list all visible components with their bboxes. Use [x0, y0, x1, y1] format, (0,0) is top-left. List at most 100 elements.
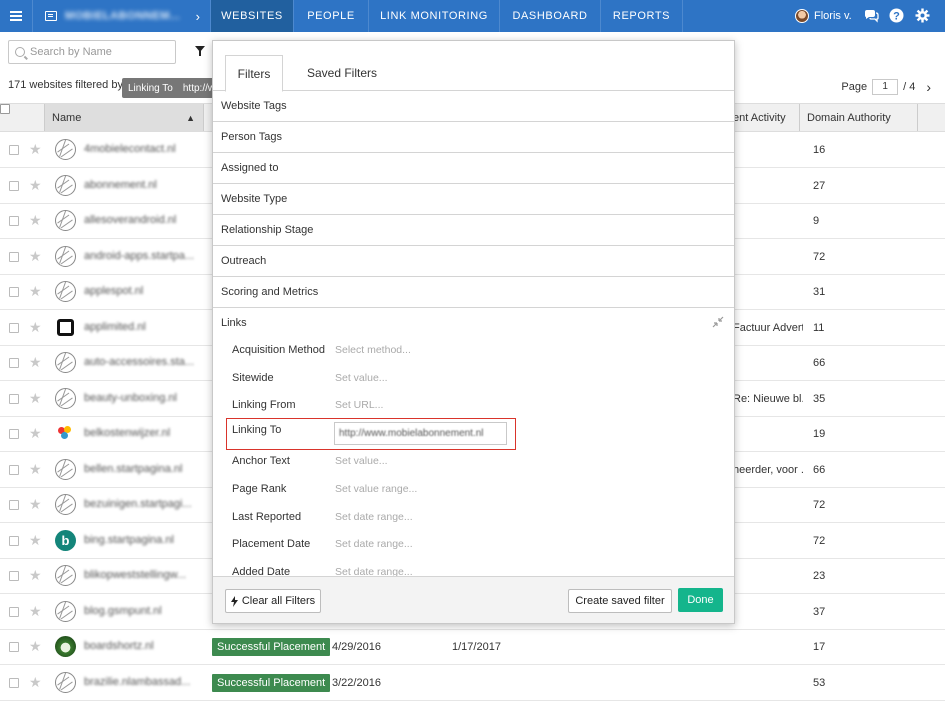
site-name[interactable]: bing.startpagina.nl	[84, 534, 204, 546]
row-checkbox[interactable]	[9, 429, 19, 439]
site-name[interactable]: applimited.nl	[84, 321, 204, 333]
row-checkbox[interactable]	[9, 322, 19, 333]
globe-icon	[55, 210, 76, 231]
sitewide-input[interactable]: Set value...	[335, 372, 388, 384]
page-input[interactable]: 1	[872, 79, 899, 95]
row-checkbox[interactable]	[9, 287, 19, 297]
status-badge: Successful Placement	[212, 673, 331, 692]
row-checkbox[interactable]	[9, 500, 19, 510]
gear-icon[interactable]	[915, 8, 930, 23]
tab-saved-filters[interactable]: Saved Filters	[299, 55, 385, 91]
star-icon[interactable]: ★	[29, 603, 42, 620]
section-relationship-stage[interactable]: Relationship Stage	[213, 215, 734, 246]
site-name[interactable]: bellen.startpagina.nl	[84, 463, 204, 475]
site-name[interactable]: android-apps.startpa...	[84, 250, 204, 262]
row-checkbox[interactable]	[9, 145, 19, 155]
user-menu[interactable]: Floris v.	[795, 0, 852, 32]
filter-chip[interactable]: Linking To http://w...	[122, 78, 222, 98]
star-icon[interactable]: ★	[29, 212, 42, 229]
section-website-tags[interactable]: Website Tags	[213, 91, 734, 122]
site-name[interactable]: beauty-unboxing.nl	[84, 392, 204, 404]
star-icon[interactable]: ★	[29, 283, 42, 300]
star-icon[interactable]: ★	[29, 496, 42, 513]
row-checkbox[interactable]	[9, 251, 19, 262]
row-checkbox[interactable]	[9, 677, 19, 688]
section-scoring-metrics[interactable]: Scoring and Metrics	[213, 277, 734, 308]
star-icon[interactable]: ★	[29, 354, 42, 371]
section-person-tags[interactable]: Person Tags	[213, 122, 734, 153]
site-name[interactable]: blog.gsmpunt.nl	[84, 605, 204, 617]
app-switcher[interactable]: MOBIELABONNEM... ›	[33, 0, 211, 32]
star-icon[interactable]: ★	[29, 177, 42, 194]
star-icon[interactable]: ★	[29, 638, 42, 655]
site-name[interactable]: brazilie.nlambassad...	[84, 676, 204, 688]
row-checkbox[interactable]	[9, 180, 19, 191]
site-name[interactable]: auto-accessoires.sta...	[84, 356, 204, 368]
row-checkbox[interactable]	[9, 606, 19, 617]
search-input[interactable]: Search by Name	[8, 40, 176, 64]
star-icon[interactable]: ★	[29, 141, 42, 158]
page-rank-input[interactable]: Set value range...	[335, 483, 417, 495]
next-page-icon[interactable]: ›	[926, 79, 931, 95]
filter-tabs: Filters Saved Filters	[213, 41, 734, 92]
done-button[interactable]: Done	[678, 588, 723, 612]
row-checkbox[interactable]	[9, 216, 19, 226]
table-row[interactable]: ★ boardshortz.nl Successful Placement 4/29/…	[0, 630, 945, 665]
section-website-type[interactable]: Website Type	[213, 184, 734, 215]
create-saved-filter-button[interactable]: Create saved filter	[568, 589, 672, 613]
star-icon[interactable]: ★	[29, 390, 42, 407]
linking-from-input[interactable]: Set URL...	[335, 399, 383, 411]
top-nav: MOBIELABONNEM... › WEBSITES PEOPLE LINK …	[0, 0, 945, 32]
tab-filters[interactable]: Filters	[225, 55, 283, 92]
field-acquisition-method: Acquisition Method Select method...	[232, 341, 712, 361]
globe-icon	[55, 281, 76, 302]
activity-cell: heerder, voor ...	[733, 463, 803, 476]
section-links[interactable]: Links	[213, 307, 734, 338]
site-name[interactable]: boardshortz.nl	[84, 640, 204, 652]
tab-reports[interactable]: REPORTS	[601, 0, 683, 32]
collapse-icon[interactable]	[712, 316, 724, 328]
acquisition-method-select[interactable]: Select method...	[335, 344, 411, 356]
column-domain-authority[interactable]: Domain Authority	[800, 104, 918, 131]
clear-filters-button[interactable]: Clear all Filters	[225, 589, 321, 613]
chat-icon[interactable]	[864, 8, 879, 23]
placement-date-input[interactable]: Set date range...	[335, 538, 413, 550]
last-reported-input[interactable]: Set date range...	[335, 511, 413, 523]
site-name[interactable]: 4mobielecontact.nl	[84, 143, 204, 155]
hamburger-icon[interactable]	[0, 0, 33, 32]
site-name[interactable]: applespot.nl	[84, 285, 204, 297]
row-checkbox[interactable]	[9, 358, 19, 368]
star-icon[interactable]: ★	[29, 461, 42, 478]
anchor-text-input[interactable]: Set value...	[335, 455, 388, 467]
row-checkbox[interactable]	[9, 535, 19, 546]
help-icon[interactable]: ?	[889, 8, 904, 23]
column-activity[interactable]: ent Activity	[733, 104, 800, 131]
table-row[interactable]: ★ brazilie.nlambassad... Successful Placem…	[0, 666, 945, 701]
column-name[interactable]: Name ▲	[44, 104, 204, 131]
star-icon[interactable]: ★	[29, 567, 42, 584]
site-name[interactable]: belkostenwijzer.nl	[84, 427, 204, 439]
select-all-checkbox[interactable]	[0, 104, 10, 114]
tab-websites[interactable]: WEBSITES	[211, 0, 294, 32]
site-name[interactable]: allesoverandroid.nl	[84, 214, 204, 226]
section-outreach[interactable]: Outreach	[213, 246, 734, 277]
section-assigned-to[interactable]: Assigned to	[213, 153, 734, 184]
row-checkbox[interactable]	[9, 642, 19, 652]
star-icon[interactable]: ★	[29, 248, 42, 265]
star-icon[interactable]: ★	[29, 319, 42, 336]
star-icon[interactable]: ★	[29, 532, 42, 549]
filter-icon[interactable]	[195, 46, 205, 56]
site-name[interactable]: bezuinigen.startpagi...	[84, 498, 204, 510]
tab-dashboard[interactable]: DASHBOARD	[500, 0, 601, 32]
list-icon	[45, 11, 57, 21]
tab-people[interactable]: PEOPLE	[294, 0, 369, 32]
star-icon[interactable]: ★	[29, 425, 42, 442]
site-name[interactable]: blikopweststellingw...	[84, 569, 204, 581]
tab-link-monitoring[interactable]: LINK MONITORING	[369, 0, 500, 32]
site-name[interactable]: abonnement.nl	[84, 179, 204, 191]
added-date-input[interactable]: Set date range...	[335, 566, 413, 576]
row-checkbox[interactable]	[9, 464, 19, 475]
row-checkbox[interactable]	[9, 571, 19, 581]
row-checkbox[interactable]	[9, 393, 19, 404]
star-icon[interactable]: ★	[29, 674, 42, 691]
